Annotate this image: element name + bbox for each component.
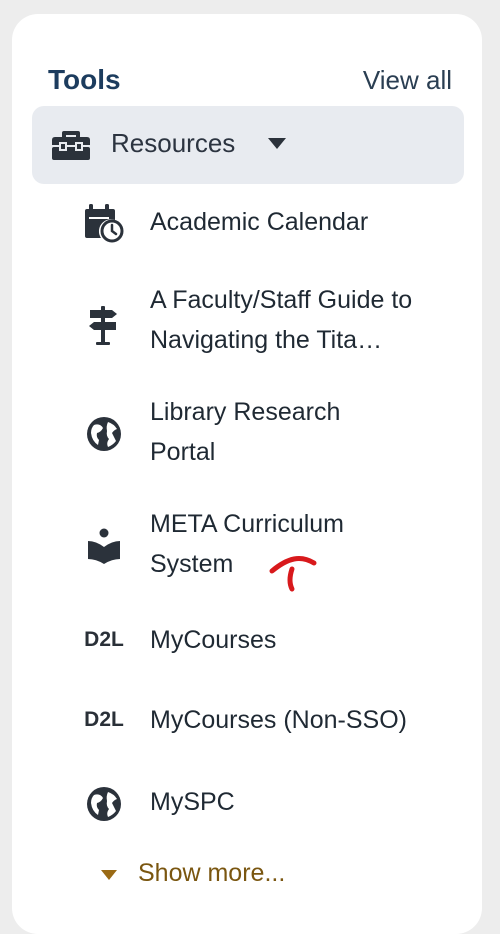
annotation-arrow-icon xyxy=(269,556,317,592)
d2l-logo-text: D2L xyxy=(84,708,124,731)
faculty-staff-guide-label: A Faculty/Staff Guide to Navigating the … xyxy=(150,286,413,354)
mycourses-non-sso-label: MyCourses (Non-SSO) xyxy=(150,706,407,734)
resources-category-toggle[interactable]: Resources xyxy=(32,106,464,184)
list-item-faculty-staff-guide[interactable]: A Faculty/Staff Guide to Navigating the … xyxy=(78,280,458,362)
list-item-myspc[interactable]: MySPC xyxy=(78,780,458,824)
toolbox-icon xyxy=(52,131,90,160)
globe-icon xyxy=(78,412,130,456)
panel-header: Tools View all xyxy=(48,64,464,102)
d2l-logo-text: D2L xyxy=(84,628,124,651)
d2l-icon: D2L xyxy=(74,618,134,662)
library-research-portal-label: Library Research Portal xyxy=(150,398,341,466)
calendar-clock-icon xyxy=(78,200,130,244)
academic-calendar-label: Academic Calendar xyxy=(150,208,369,236)
d2l-icon: D2L xyxy=(74,698,134,742)
show-more-button[interactable]: Show more... xyxy=(88,855,388,895)
signpost-icon xyxy=(78,302,130,346)
show-more-label: Show more... xyxy=(138,859,286,887)
globe-icon xyxy=(78,782,130,826)
tools-title: Tools xyxy=(48,64,121,95)
resources-label: Resources xyxy=(111,128,236,158)
mycourses-label: MyCourses xyxy=(150,626,277,654)
list-item-library-research-portal[interactable]: Library Research Portal xyxy=(78,392,458,474)
list-item-academic-calendar[interactable]: Academic Calendar xyxy=(78,200,458,248)
view-all-link[interactable]: View all xyxy=(363,65,452,96)
list-item-mycourses[interactable]: D2L MyCourses xyxy=(78,618,458,662)
caret-down-icon xyxy=(101,870,117,880)
reading-person-icon xyxy=(78,524,130,568)
myspc-label: MySPC xyxy=(150,788,235,816)
caret-down-icon xyxy=(268,138,286,149)
tools-panel: Tools View all Resources Academic Calend… xyxy=(12,14,482,934)
list-item-mycourses-non-sso[interactable]: D2L MyCourses (Non-SSO) xyxy=(78,698,458,742)
